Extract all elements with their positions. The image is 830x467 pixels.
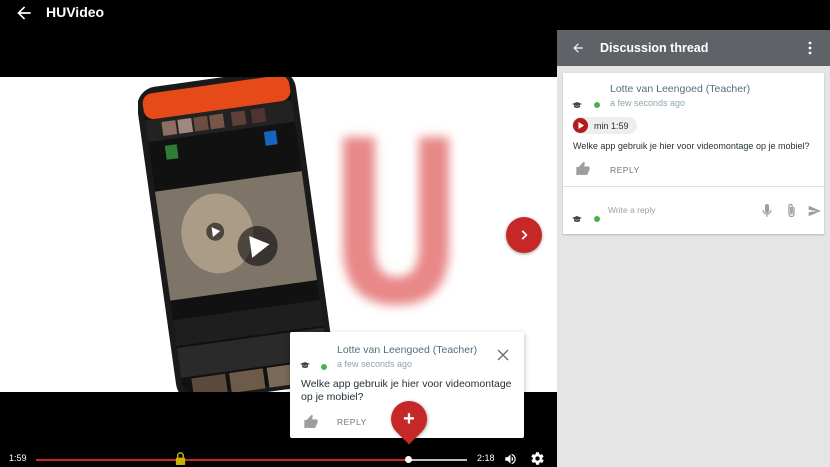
reply-button[interactable]: REPLY [610,165,640,175]
top-bar: HUVideo [0,0,557,30]
close-icon[interactable] [496,348,510,362]
arrow-back-icon[interactable] [14,3,34,23]
online-status-indicator [594,102,600,108]
comment-author[interactable]: Lotte van Leengoed (Teacher) [610,83,750,95]
add-comment-button[interactable]: + [383,393,435,445]
brand-letter-graphic [343,137,449,305]
comment-author[interactable]: Lotte van Leengoed (Teacher) [337,344,477,356]
seek-bar[interactable] [36,459,467,461]
video-player: HUVideo Lotte van Leengoed (Teacher) a f… [0,0,557,467]
comment-card: Lotte van Leengoed (Teacher) a few secon… [563,73,824,234]
chevron-right-icon [521,230,528,240]
seek-bar-remaining [407,459,467,461]
graduation-cap-icon [572,216,582,222]
app-title: HUVideo [46,4,105,20]
app-root: HUVideo Lotte van Leengoed (Teacher) a f… [0,0,830,467]
seek-handle[interactable] [404,456,412,463]
discussion-panel: Discussion thread Lotte van Leengoed (Te… [557,30,830,467]
online-status-indicator [594,216,600,222]
graduation-cap-icon [300,362,310,368]
panel-title: Discussion thread [600,41,709,55]
volume-icon[interactable] [503,452,518,466]
player-controls: 1:59 2:18 [0,448,557,467]
lock-icon [175,452,186,465]
panel-header: Discussion thread [557,30,830,66]
paperclip-icon[interactable] [786,203,798,218]
comment-message: Welke app gebruik je hier voor videomont… [573,141,810,151]
mic-icon[interactable] [762,204,772,218]
arrow-back-icon[interactable] [571,41,585,55]
current-time: 1:59 [9,453,27,463]
play-icon [573,118,588,133]
add-comment-label: + [403,407,415,430]
send-icon[interactable] [807,204,822,218]
reply-button[interactable]: REPLY [337,417,367,427]
timestamp-chip[interactable]: min 1:59 [572,117,637,134]
online-status-indicator [321,364,327,370]
duration: 2:18 [477,453,495,463]
more-vert-icon[interactable] [807,41,813,55]
divider [563,186,824,187]
thumbs-up-icon[interactable] [575,161,591,177]
next-video-button[interactable] [506,217,542,253]
timestamp-label: min 1:59 [594,120,629,131]
comment-time: a few seconds ago [610,98,686,108]
thumbs-up-icon[interactable] [303,414,319,430]
comment-time: a few seconds ago [337,359,413,369]
gear-icon[interactable] [530,451,545,466]
graduation-cap-icon [572,102,582,108]
reply-input[interactable] [608,202,748,218]
